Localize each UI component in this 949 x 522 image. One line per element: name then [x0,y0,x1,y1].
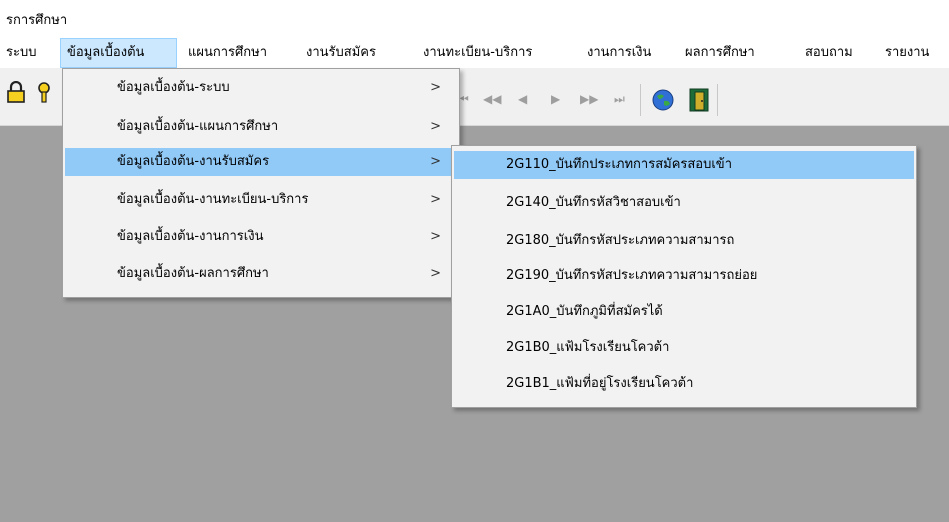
submenu-item-2g180[interactable]: 2G180_บันทึกรหัสประเภทความสามารถ [454,227,914,255]
toolbar-separator [640,84,641,116]
basic-data-dropdown: ข้อมูลเบื้องต้น-ระบบ > ข้อมูลเบื้องต้น-แ… [62,68,460,298]
menu-item-basic-registration[interactable]: ข้อมูลเบื้องต้น-งานทะเบียน-บริการ > [65,186,457,214]
menu-item-basic-finance[interactable]: ข้อมูลเบื้องต้น-งานการเงิน > [65,223,457,251]
exit-icon[interactable] [689,88,709,112]
submenu-item-2g1b1[interactable]: 2G1B1_แฟ้มที่อยู่โรงเรียนโควต้า [454,370,914,398]
menu-registration-services[interactable]: งานทะเบียน-บริการ [423,38,532,68]
menu-item-basic-results[interactable]: ข้อมูลเบื้องต้น-ผลการศึกษา > [65,260,457,288]
chevron-right-icon: > [430,266,441,281]
menu-finance[interactable]: งานการเงิน [587,38,651,68]
chevron-right-icon: > [430,229,441,244]
chevron-right-icon: > [430,154,441,169]
lock-icon[interactable] [6,81,26,103]
admission-submenu: 2G110_บันทึกประเภทการสมัครสอบเข้า 2G140_… [451,145,917,408]
submenu-item-2g1a0[interactable]: 2G1A0_บันทึกภูมิที่สมัครได้ [454,298,914,326]
chevron-right-icon: > [430,80,441,95]
menu-basic-data[interactable]: ข้อมูลเบื้องต้น [60,38,177,68]
menu-reports[interactable]: รายงาน [885,38,929,68]
menu-item-basic-system[interactable]: ข้อมูลเบื้องต้น-ระบบ > [65,74,457,102]
toolbar-separator [717,84,718,116]
menu-bar: ระบบ ข้อมูลเบื้องต้น แผนการศึกษา งานรับส… [0,38,949,68]
menu-academic-results[interactable]: ผลการศึกษา [685,38,755,68]
last-record-icon[interactable]: ⏭ [614,92,625,107]
menu-admission[interactable]: งานรับสมัคร [306,38,376,68]
title-bar: รการศึกษา [0,0,949,38]
menu-study-plan[interactable]: แผนการศึกษา [188,38,267,68]
menu-system[interactable]: ระบบ [6,38,36,68]
chevron-right-icon: > [430,192,441,207]
submenu-item-2g1b0[interactable]: 2G1B0_แฟ้มโรงเรียนโควต้า [454,334,914,362]
submenu-item-2g110[interactable]: 2G110_บันทึกประเภทการสมัครสอบเข้า [454,151,914,179]
prev-page-icon[interactable]: ◀◀ [483,92,501,106]
globe-icon[interactable] [652,89,674,111]
submenu-item-2g140[interactable]: 2G140_บันทึกรหัสวิชาสอบเข้า [454,189,914,217]
menu-inquiry[interactable]: สอบถาม [805,38,853,68]
submenu-item-2g190[interactable]: 2G190_บันทึกรหัสประเภทความสามารถย่อย [454,262,914,290]
prev-record-icon[interactable]: ◀ [518,92,527,106]
menu-item-basic-admission[interactable]: ข้อมูลเบื้องต้น-งานรับสมัคร > [65,148,457,176]
key-icon[interactable] [36,81,60,103]
next-page-icon[interactable]: ▶▶ [580,92,598,106]
window-title: รการศึกษา [6,13,68,28]
chevron-right-icon: > [430,119,441,134]
next-record-icon[interactable]: ▶ [551,92,560,106]
menu-item-basic-study-plan[interactable]: ข้อมูลเบื้องต้น-แผนการศึกษา > [65,113,457,141]
